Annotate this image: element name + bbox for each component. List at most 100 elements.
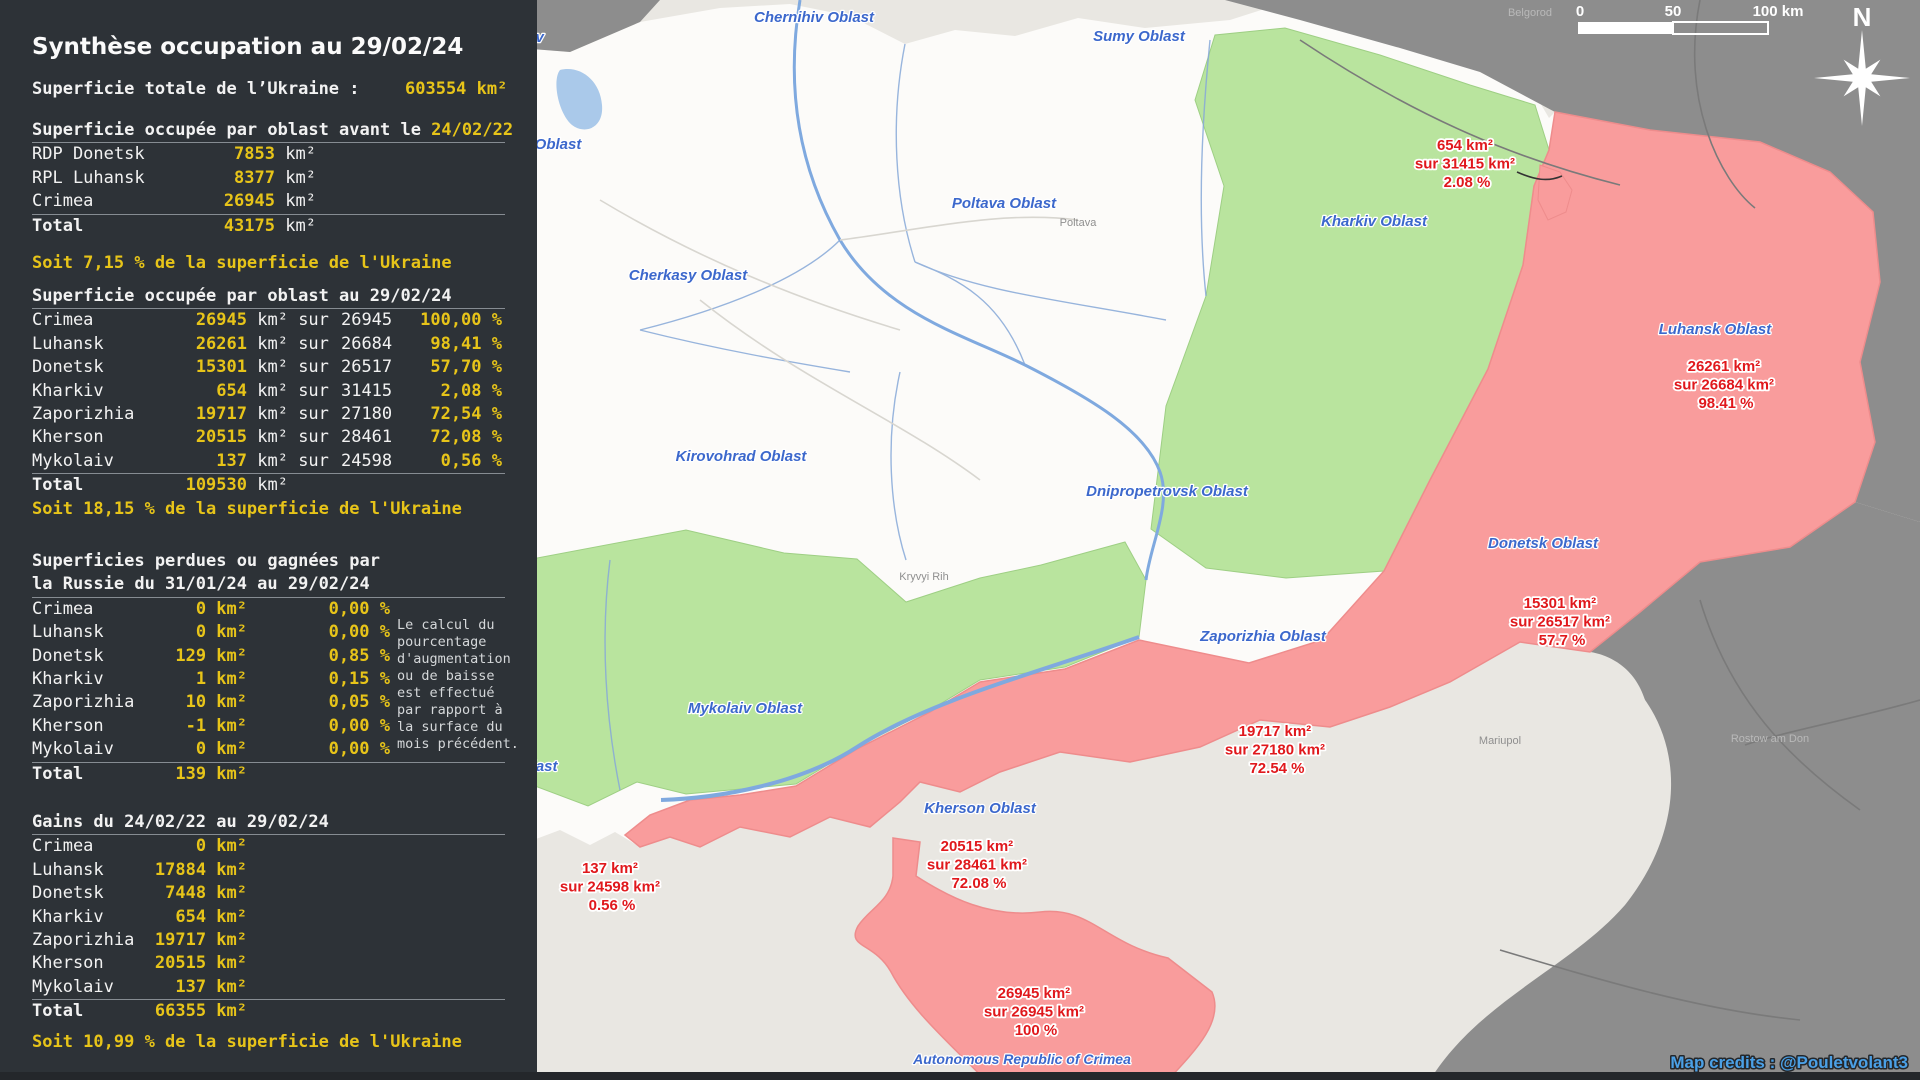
table-row: RPL Luhansk8377 km² — [32, 167, 505, 190]
row-name: Mykolaiv — [32, 976, 152, 999]
total-value: 139 km² — [152, 763, 247, 786]
table-total-row: Total139 km² — [32, 762, 505, 786]
row-name: RPL Luhansk — [32, 167, 182, 190]
row-value: 26945 — [152, 309, 247, 332]
table-row: Mykolaiv137 km² — [32, 976, 505, 999]
row-value: 7448 km² — [152, 882, 247, 905]
table-row: Luhansk17884 km² — [32, 859, 505, 882]
label-crimea-republic: Autonomous Republic of Crimea — [912, 1051, 1131, 1067]
row-name: Luhansk — [32, 621, 152, 644]
share-of-ukraine: Soit 10,99 % de la superficie de l'Ukrai… — [32, 1031, 505, 1054]
total-value: 109530 — [152, 474, 247, 497]
row-percent: 0,00 % — [302, 598, 390, 621]
section-header-date: 24/02/22 — [431, 120, 513, 140]
table-row: RDP Donetsk7853 km² — [32, 143, 505, 166]
row-name: Kharkiv — [32, 668, 152, 691]
total-label: Total — [32, 474, 152, 497]
occupation-dashboard: Chernihiv Oblast Sumy Oblast Kyiv Oblast… — [0, 0, 1920, 1080]
total-area-value: 603554 km² — [405, 78, 507, 101]
row-percent: 98,41 % — [430, 333, 502, 356]
table-row: Kherson20515 km² sur 2846172,08 % — [32, 426, 505, 449]
row-name: Kherson — [32, 426, 152, 449]
section-occupied-current: Superficie occupée par oblast au 29/02/2… — [32, 285, 505, 521]
row-name: Zaporizhia — [32, 403, 152, 426]
scale-label-50: 50 — [1665, 3, 1682, 20]
row-name: Mykolaiv — [32, 738, 152, 761]
label-mykolaiv-oblast: Mykolaiv Oblast — [688, 700, 803, 717]
row-name: Crimea — [32, 190, 182, 213]
label-city-poltava: Poltava — [1060, 217, 1098, 229]
row-percent: 72,08 % — [430, 426, 502, 449]
label-kharkiv-oblast: Kharkiv Oblast — [1321, 213, 1428, 230]
row-value: 0 km² — [152, 598, 247, 621]
row-name: Zaporizhia — [32, 691, 152, 714]
label-city-belgorod: Belgorod — [1508, 7, 1552, 19]
row-name: RDP Donetsk — [32, 143, 182, 166]
table-row: Zaporizhia19717 km² sur 2718072,54 % — [32, 403, 505, 426]
section-header: Gains du 24/02/22 au 29/02/24 — [32, 811, 505, 835]
label-luhansk-oblast: Luhansk Oblast — [1659, 321, 1773, 338]
row-value: 20515 km² — [152, 952, 247, 975]
label-poltava-oblast: Poltava Oblast — [952, 195, 1057, 212]
row-name: Kharkiv — [32, 380, 152, 403]
table-row: Crimea0 km² — [32, 835, 505, 858]
total-area-label: Superficie totale de l’Ukraine : — [32, 79, 360, 99]
row-value: 654 — [152, 380, 247, 403]
row-value: 19717 — [152, 403, 247, 426]
row-value: 15301 — [152, 356, 247, 379]
row-value: 7853 — [182, 143, 275, 166]
total-value: 43175 — [182, 215, 275, 238]
row-value: 17884 km² — [152, 859, 247, 882]
label-cherkasy-oblast: Cherkasy Oblast — [629, 267, 748, 284]
total-label: Total — [32, 763, 152, 786]
row-percent: 0,00 % — [302, 738, 390, 761]
row-name: Kherson — [32, 952, 152, 975]
scale-label-100km: 100 km — [1753, 3, 1804, 20]
label-zhytomyr-oblast-clipped: Oblast — [535, 136, 583, 153]
row-value: 137 km² — [152, 976, 247, 999]
row-total: 28461 — [339, 426, 392, 449]
stats-sidebar: Synthèse occupation au 29/02/24 Superfic… — [0, 0, 537, 1080]
page-title: Synthèse occupation au 29/02/24 — [32, 34, 505, 60]
table-row: Kharkiv654 km² sur 314152,08 % — [32, 380, 505, 403]
percentage-note: Le calcul du pourcentage d'augmentation … — [397, 617, 519, 753]
table-row: Kharkiv654 km² — [32, 906, 505, 929]
table-row: Donetsk7448 km² — [32, 882, 505, 905]
row-total: 31415 — [339, 380, 392, 403]
section-gains: Gains du 24/02/22 au 29/02/24 Crimea0 km… — [32, 811, 505, 1054]
section-occupied-before: Superficie occupée par oblast avant le 2… — [32, 119, 505, 275]
row-unit: km² — [275, 144, 316, 164]
scale-label-0: 0 — [1576, 3, 1584, 20]
row-value: 129 km² — [152, 645, 247, 668]
row-total: 27180 — [339, 403, 392, 426]
table-total-row: Total66355 km² — [32, 999, 505, 1023]
row-name: Crimea — [32, 835, 152, 858]
label-kirovohrad-oblast: Kirovohrad Oblast — [676, 448, 808, 465]
row-value: 8377 — [182, 167, 275, 190]
scale-bar-segment-filled — [1578, 22, 1673, 34]
section-header-line2: la Russie du 31/01/24 au 29/02/24 — [32, 573, 505, 597]
label-city-kryvyi-rih: Kryvyi Rih — [899, 571, 949, 583]
row-value: 19717 km² — [152, 929, 247, 952]
row-value: 137 — [152, 450, 247, 473]
bottom-bar — [0, 1072, 1920, 1080]
row-name: Crimea — [32, 598, 152, 621]
label-city-rostov: Rostow am Don — [1731, 733, 1809, 745]
row-name: Luhansk — [32, 333, 152, 356]
table-row: Mykolaiv137 km² sur 245980,56 % — [32, 450, 505, 473]
section-header-text: Superficie occupée par oblast avant le — [32, 120, 431, 140]
label-zaporizhia-oblast: Zaporizhia Oblast — [1199, 628, 1327, 645]
row-name: Zaporizhia — [32, 929, 152, 952]
table-row: Donetsk15301 km² sur 2651757,70 % — [32, 356, 505, 379]
row-name: Luhansk — [32, 859, 152, 882]
row-total: 26945 — [339, 309, 392, 332]
total-area-line: Superficie totale de l’Ukraine : 603554 … — [32, 78, 505, 101]
table-total-row: Total43175 km² — [32, 214, 505, 238]
label-kherson-oblast: Kherson Oblast — [924, 800, 1037, 817]
section-header: Superficie occupée par oblast avant le 2… — [32, 119, 505, 143]
row-value: 26945 — [182, 190, 275, 213]
total-label: Total — [32, 215, 182, 238]
row-name: Mykolaiv — [32, 450, 152, 473]
row-total: 26517 — [339, 356, 392, 379]
compass-north-label: N — [1853, 2, 1872, 32]
